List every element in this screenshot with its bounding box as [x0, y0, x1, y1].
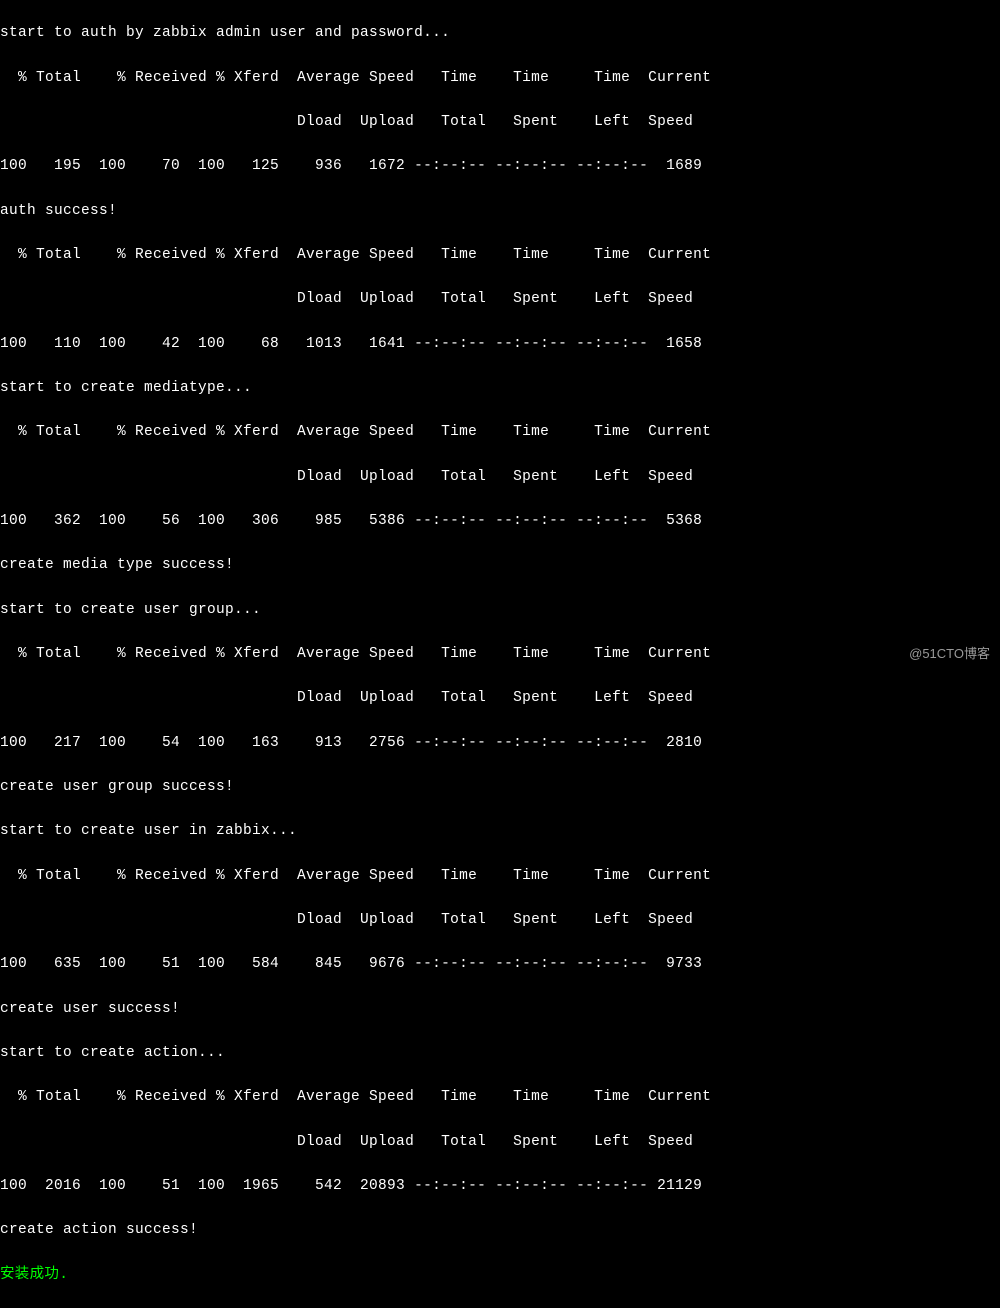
- curl-progress-row: 100 635 100 51 100 584 845 9676 --:--:--…: [0, 953, 1000, 975]
- curl-header: Dload Upload Total Spent Left Speed: [0, 909, 1000, 931]
- curl-progress-row: 100 217 100 54 100 163 913 2756 --:--:--…: [0, 732, 1000, 754]
- status-line: start to create action...: [0, 1042, 1000, 1064]
- status-line: create user success!: [0, 998, 1000, 1020]
- status-line: start to auth by zabbix admin user and p…: [0, 22, 1000, 44]
- curl-header: Dload Upload Total Spent Left Speed: [0, 111, 1000, 133]
- curl-progress-row: 100 2016 100 51 100 1965 542 20893 --:--…: [0, 1175, 1000, 1197]
- curl-header: % Total % Received % Xferd Average Speed…: [0, 244, 1000, 266]
- curl-header: Dload Upload Total Spent Left Speed: [0, 1131, 1000, 1153]
- status-line: auth success!: [0, 200, 1000, 222]
- curl-header: % Total % Received % Xferd Average Speed…: [0, 1086, 1000, 1108]
- curl-header: % Total % Received % Xferd Average Speed…: [0, 421, 1000, 443]
- curl-header: Dload Upload Total Spent Left Speed: [0, 288, 1000, 310]
- status-line: create action success!: [0, 1219, 1000, 1241]
- curl-progress-row: 100 110 100 42 100 68 1013 1641 --:--:--…: [0, 333, 1000, 355]
- curl-header: Dload Upload Total Spent Left Speed: [0, 466, 1000, 488]
- install-success: 安装成功.: [0, 1264, 1000, 1286]
- watermark: @51CTO博客: [909, 644, 990, 664]
- curl-header: % Total % Received % Xferd Average Speed…: [0, 67, 1000, 89]
- status-line: start to create user in zabbix...: [0, 820, 1000, 842]
- status-line: create user group success!: [0, 776, 1000, 798]
- status-line: start to create user group...: [0, 599, 1000, 621]
- curl-progress-row: 100 195 100 70 100 125 936 1672 --:--:--…: [0, 155, 1000, 177]
- curl-header: % Total % Received % Xferd Average Speed…: [0, 643, 1000, 665]
- terminal-output: start to auth by zabbix admin user and p…: [0, 0, 1000, 1308]
- curl-progress-row: 100 362 100 56 100 306 985 5386 --:--:--…: [0, 510, 1000, 532]
- status-line: create media type success!: [0, 554, 1000, 576]
- curl-header: Dload Upload Total Spent Left Speed: [0, 687, 1000, 709]
- curl-header: % Total % Received % Xferd Average Speed…: [0, 865, 1000, 887]
- status-line: start to create mediatype...: [0, 377, 1000, 399]
